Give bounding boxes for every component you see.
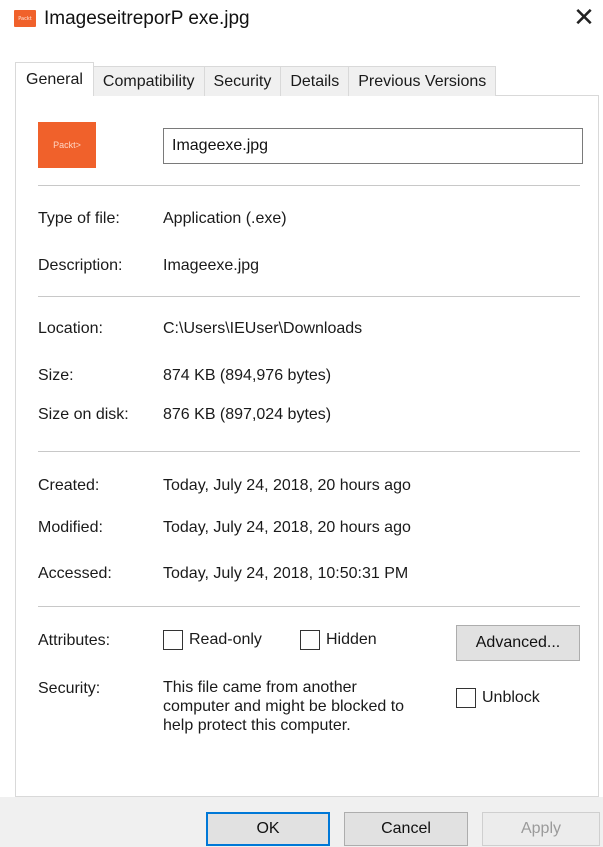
tab-bar: General Compatibility Security Details P… xyxy=(15,62,497,96)
tab-security[interactable]: Security xyxy=(203,66,282,96)
hidden-label: Hidden xyxy=(326,631,377,648)
accessed-label: Accessed: xyxy=(38,565,112,582)
created-value: Today, July 24, 2018, 20 hours ago xyxy=(163,477,411,494)
unblock-label: Unblock xyxy=(482,689,540,706)
tab-previous-versions[interactable]: Previous Versions xyxy=(348,66,497,96)
description-value: Imageexe.jpg xyxy=(163,257,260,274)
read-only-label: Read-only xyxy=(189,631,262,648)
read-only-checkbox-box[interactable] xyxy=(163,630,183,650)
attributes-label: Attributes: xyxy=(38,632,111,649)
file-icon-text: Packt> xyxy=(53,140,81,150)
type-of-file-value: Application (.exe) xyxy=(163,210,287,227)
read-only-checkbox[interactable]: Read-only xyxy=(163,630,262,650)
location-label: Location: xyxy=(38,320,103,337)
unblock-checkbox[interactable]: Unblock xyxy=(456,688,540,708)
apply-button[interactable]: Apply xyxy=(482,812,600,846)
close-icon[interactable]: ✕ xyxy=(568,2,600,34)
security-message-line: computer and might be blocked to xyxy=(163,698,405,715)
modified-value: Today, July 24, 2018, 20 hours ago xyxy=(163,519,411,536)
size-on-disk-label: Size on disk: xyxy=(38,406,129,423)
description-label: Description: xyxy=(38,257,123,274)
location-value: C:\Users\IEUser\Downloads xyxy=(163,320,363,337)
file-name-field[interactable] xyxy=(163,128,583,164)
hidden-checkbox-box[interactable] xyxy=(300,630,320,650)
title-bar: Packt ImageseitreporP exe.jpg ✕ xyxy=(0,0,603,44)
modified-label: Modified: xyxy=(38,519,103,536)
file-icon: Packt> xyxy=(38,122,96,168)
unblock-checkbox-box[interactable] xyxy=(456,688,476,708)
separator xyxy=(38,451,580,452)
security-label: Security: xyxy=(38,680,101,697)
accessed-value: Today, July 24, 2018, 10:50:31 PM xyxy=(163,565,409,582)
tab-general[interactable]: General xyxy=(15,62,94,96)
hidden-checkbox[interactable]: Hidden xyxy=(300,630,377,650)
tab-compatibility[interactable]: Compatibility xyxy=(92,66,205,96)
type-of-file-label: Type of file: xyxy=(38,210,120,227)
advanced-button[interactable]: Advanced... xyxy=(456,625,580,661)
size-value: 874 KB (894,976 bytes) xyxy=(163,367,332,384)
app-icon-text: Packt xyxy=(18,15,32,22)
ok-button[interactable]: OK xyxy=(206,812,330,846)
created-label: Created: xyxy=(38,477,100,494)
size-label: Size: xyxy=(38,367,74,384)
security-message-line: help protect this computer. xyxy=(163,717,351,734)
app-icon: Packt xyxy=(14,10,36,27)
window-title: ImageseitreporP exe.jpg xyxy=(44,8,250,29)
cancel-button[interactable]: Cancel xyxy=(344,812,468,846)
separator xyxy=(38,606,580,607)
security-message: This file came from another computer and… xyxy=(163,678,453,735)
size-on-disk-value: 876 KB (897,024 bytes) xyxy=(163,406,332,423)
separator xyxy=(38,296,580,297)
tab-details[interactable]: Details xyxy=(280,66,350,96)
separator xyxy=(38,185,580,186)
security-message-line: This file came from another xyxy=(163,679,357,696)
